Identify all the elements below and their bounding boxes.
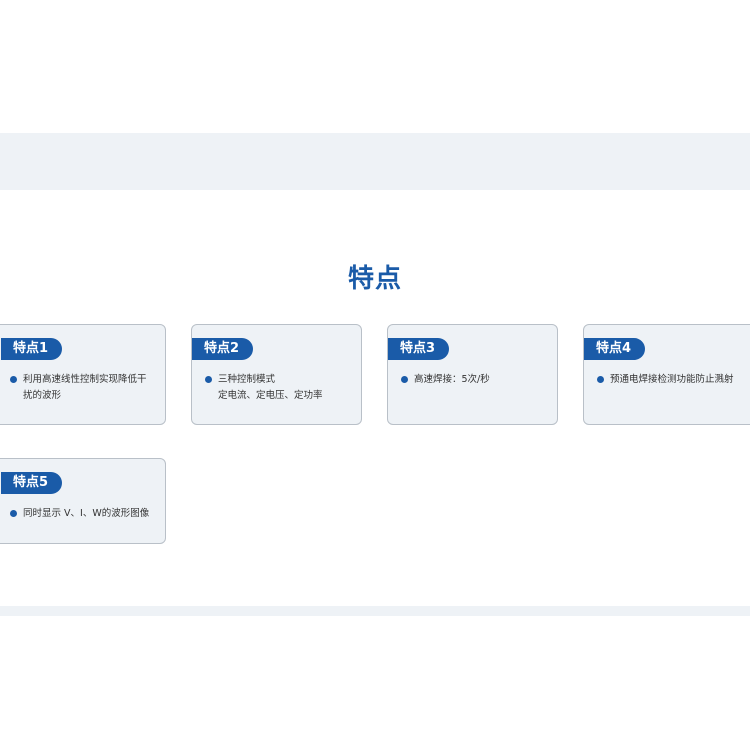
feature-tag-5: 特点5	[1, 472, 63, 494]
feature-line: 预通电焊接检测功能防止溅射	[610, 374, 734, 385]
feature-tag-1: 特点1	[1, 338, 63, 360]
bullet-dot-icon	[10, 376, 17, 383]
feature-line: 利用高速线性控制实现降低干	[23, 374, 147, 385]
feature-tag-3: 特点3	[388, 338, 450, 360]
bullet-dot-icon	[597, 376, 604, 383]
feature-card-1: 特点1 利用高速线性控制实现降低干 扰的波形	[0, 324, 166, 425]
section-title: 特点	[347, 264, 402, 294]
feature-line: 定电流、定电压、定功率	[218, 390, 323, 401]
features-page: 特点 特点1 利用高速线性控制实现降低干 扰的波形 特点2 三种控制模式 定电流…	[0, 0, 750, 750]
feature-text-4: 预通电焊接检测功能防止溅射	[610, 372, 734, 388]
feature-body-2: 三种控制模式 定电流、定电压、定功率	[205, 372, 351, 404]
feature-card-5: 特点5 同时显示 V、I、W的波形图像	[0, 458, 166, 544]
feature-text-1: 利用高速线性控制实现降低干 扰的波形	[23, 372, 147, 404]
feature-body-5: 同时显示 V、I、W的波形图像	[10, 506, 155, 522]
bottom-band	[0, 606, 750, 616]
bullet-dot-icon	[401, 376, 408, 383]
feature-body-4: 预通电焊接检测功能防止溅射	[597, 372, 747, 388]
feature-text-3: 高速焊接：5次/秒	[414, 372, 490, 388]
feature-line: 高速焊接：5次/秒	[414, 374, 490, 385]
feature-body-1: 利用高速线性控制实现降低干 扰的波形	[10, 372, 155, 404]
feature-card-4: 特点4 预通电焊接检测功能防止溅射	[583, 324, 750, 425]
feature-tag-2: 特点2	[192, 338, 254, 360]
feature-body-3: 高速焊接：5次/秒	[401, 372, 547, 388]
feature-text-5: 同时显示 V、I、W的波形图像	[23, 506, 149, 522]
feature-line: 扰的波形	[23, 390, 62, 401]
feature-line: 三种控制模式	[218, 374, 276, 385]
top-band	[0, 133, 750, 190]
feature-card-2: 特点2 三种控制模式 定电流、定电压、定功率	[191, 324, 362, 425]
feature-line: 同时显示 V、I、W的波形图像	[23, 508, 150, 519]
bullet-dot-icon	[10, 510, 17, 517]
bullet-dot-icon	[205, 376, 212, 383]
feature-tag-4: 特点4	[584, 338, 646, 360]
feature-card-3: 特点3 高速焊接：5次/秒	[387, 324, 558, 425]
feature-text-2: 三种控制模式 定电流、定电压、定功率	[218, 372, 323, 404]
